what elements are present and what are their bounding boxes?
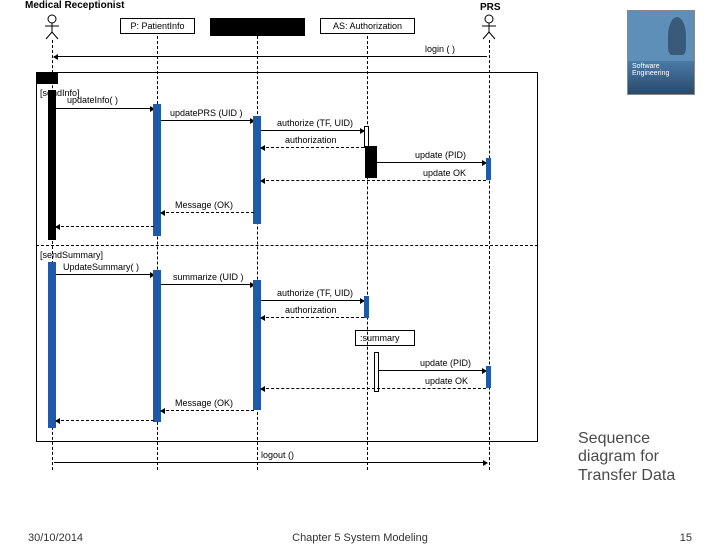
- msg-summarize: summarize (UID ): [173, 272, 244, 282]
- bar-auth-2: [364, 296, 369, 318]
- arrow-updateprs1: [161, 120, 254, 121]
- slide: Software Engineering Medical Receptionis…: [0, 0, 720, 540]
- arrow-messageok2b: [56, 420, 154, 421]
- object-hidden: [210, 18, 305, 36]
- arrow-logout: [54, 462, 487, 463]
- arrow-updatesummary: [56, 274, 154, 275]
- arrow-messageok1b: [56, 226, 154, 227]
- bar-auth-black-1: [365, 146, 377, 178]
- arrow-updateok2: [261, 388, 486, 389]
- guard-sendsummary: [sendSummary]: [40, 250, 103, 260]
- msg-updateprs1: updatePRS (UID ): [170, 108, 243, 118]
- msg-login: login ( ): [425, 44, 455, 54]
- msg-updateinfo: updateInfo( ): [67, 95, 118, 105]
- footer-page: 15: [680, 532, 692, 544]
- msg-authorize2: authorize (TF, UID): [277, 288, 353, 298]
- msg-messageok1: Message (OK): [175, 200, 233, 210]
- msg-authorization2: authorization: [285, 305, 337, 315]
- bar-receptionist-2: [48, 262, 56, 428]
- arrow-updatepid2: [377, 370, 486, 371]
- msg-updateok1: update OK: [423, 168, 466, 178]
- msg-authorization1: authorization: [285, 135, 337, 145]
- frag-alt-label: alt: [36, 72, 58, 84]
- msg-authorize1: authorize (TF, UID): [277, 118, 353, 128]
- alt-divider: [36, 245, 538, 246]
- msg-updatepid1: update (PID): [415, 150, 466, 160]
- msg-messageok2: Message (OK): [175, 398, 233, 408]
- bar-patientinfo-2: [153, 270, 161, 422]
- arrow-authorize1: [261, 130, 364, 131]
- actor-receptionist-label: Medical Receptionist: [25, 0, 124, 11]
- bar-summary: [374, 352, 379, 392]
- bar-d-1: [253, 116, 261, 224]
- arrow-messageok2: [161, 410, 254, 411]
- bar-prs-2: [486, 366, 491, 388]
- actor-prs-label: PRS: [480, 2, 501, 13]
- msg-updatesummary: UpdateSummary( ): [63, 262, 139, 272]
- bar-prs-1: [486, 158, 491, 180]
- arrow-authorize2: [261, 300, 364, 301]
- book-title: Software Engineering: [628, 61, 694, 79]
- msg-updatepid2: update (PID): [420, 358, 471, 368]
- arrow-summarize: [161, 284, 254, 285]
- sequence-diagram: Medical Receptionist P: PatientInfo AS: …: [25, 0, 585, 480]
- bar-auth-1: [364, 126, 369, 148]
- msg-updateok2: update OK: [425, 376, 468, 386]
- book-cover-thumbnail: Software Engineering: [627, 10, 695, 95]
- arrow-updatepid1: [377, 162, 486, 163]
- arrow-updateok1: [261, 180, 486, 181]
- bar-patientinfo-1: [153, 104, 161, 236]
- object-patientinfo: P: PatientInfo: [120, 18, 195, 34]
- arrow-authorization2: [261, 317, 364, 318]
- footer-chapter: Chapter 5 System Modeling: [0, 532, 720, 544]
- arrow-login: [54, 56, 487, 57]
- slide-title: Sequence diagram for Transfer Data: [578, 430, 708, 485]
- object-authservice: AS: Authorization: [320, 18, 415, 34]
- bar-receptionist-1: [48, 90, 56, 240]
- arrow-messageok1: [161, 212, 254, 213]
- arrow-updateinfo: [56, 108, 154, 109]
- msg-summary: :summary: [360, 333, 400, 343]
- msg-logout: logout (): [261, 450, 294, 460]
- arrow-authorization1: [261, 147, 364, 148]
